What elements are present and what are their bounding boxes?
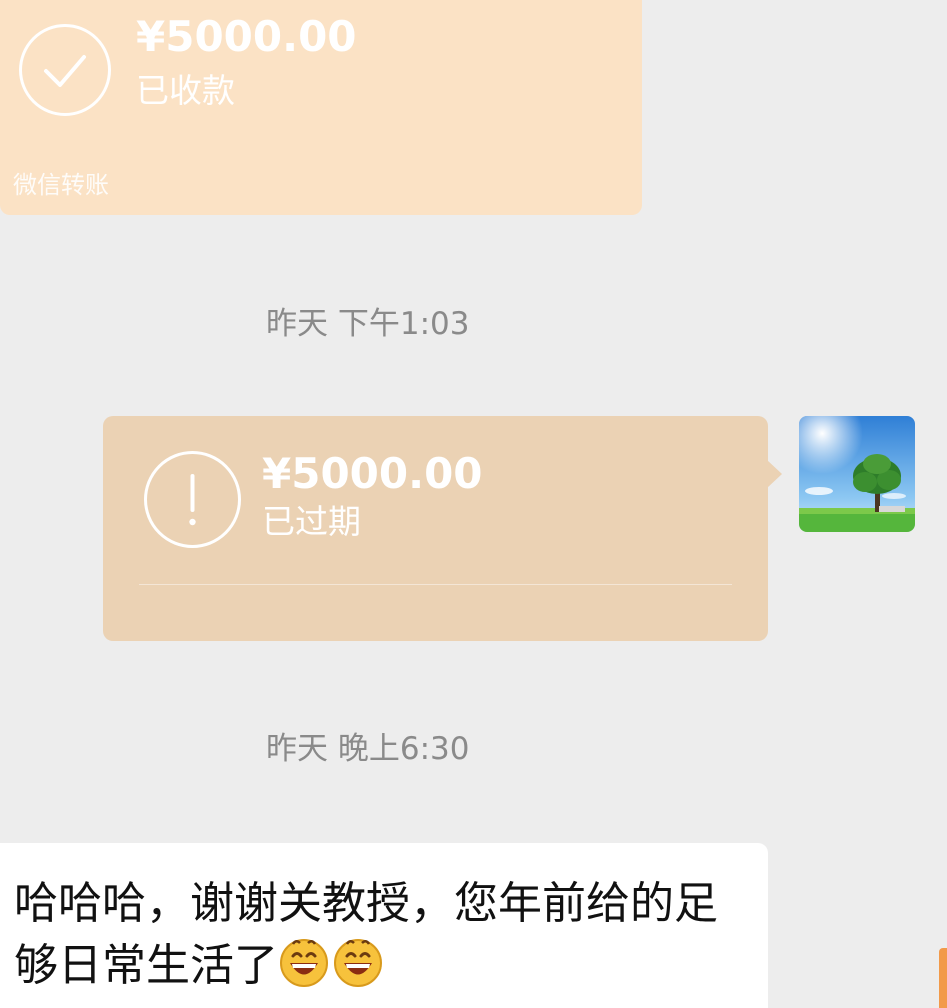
transfer-status: 已收款 [136,71,235,110]
timestamp: 昨天 下午1:03 [266,306,470,342]
card-divider [139,584,732,585]
transfer-amount: ¥5000.00 [262,449,483,498]
timestamp: 昨天 晚上6:30 [266,731,470,767]
grinning-face-emoji [278,936,330,988]
message-bubble[interactable]: 哈哈哈，谢谢关教授，您年前给的足够日常生活了 [0,843,768,1008]
grinning-face-emoji [332,936,384,988]
chat-view: ¥5000.00 已收款 微信转账 昨天 下午1:03 ¥5000.00 已过期 [0,0,947,1008]
transfer-card-received[interactable]: ¥5000.00 已收款 微信转账 [0,0,642,215]
tree-landscape-avatar[interactable] [799,416,915,532]
message-text: 哈哈哈，谢谢关教授，您年前给的足够日常生活了 [14,873,754,997]
exclamation-icon [144,451,241,548]
check-icon [19,24,111,116]
bubble-tail [767,460,782,488]
transfer-status: 已过期 [262,502,361,541]
scroll-indicator[interactable] [939,948,947,1008]
transfer-card-expired[interactable]: ¥5000.00 已过期 [103,416,782,641]
transfer-amount: ¥5000.00 [136,12,357,61]
transfer-label: 微信转账 [13,171,109,199]
